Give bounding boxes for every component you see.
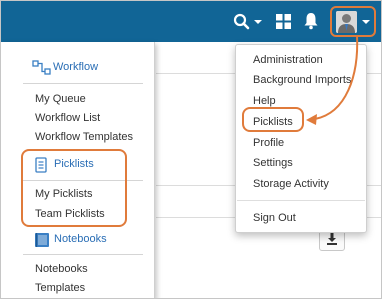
workflow-section-header[interactable]: Workflow [1, 56, 155, 80]
workflow-icon [32, 60, 51, 75]
picklists-section-highlight [21, 149, 127, 227]
menu-item-my-queue[interactable]: My Queue [35, 93, 86, 105]
search-icon[interactable] [233, 13, 251, 31]
menu-item-profile[interactable]: Profile [253, 137, 284, 149]
divider [23, 254, 143, 255]
divider [237, 200, 365, 201]
user-dropdown-menu: Administration Background Imports Help P… [235, 44, 367, 233]
menu-item-settings[interactable]: Settings [253, 157, 293, 169]
notebook-icon [35, 233, 49, 247]
user-menu-caret-icon [362, 20, 370, 24]
menu-item-workflow-templates[interactable]: Workflow Templates [35, 131, 133, 143]
menu-item-administration[interactable]: Administration [253, 54, 323, 66]
notebooks-section-header[interactable]: Notebooks [1, 228, 155, 252]
search-caret-icon[interactable] [254, 20, 262, 24]
divider [23, 83, 143, 84]
top-nav-bar [1, 1, 381, 42]
menu-item-help[interactable]: Help [253, 95, 276, 107]
grid-icon[interactable] [276, 14, 291, 29]
notebooks-section-label: Notebooks [54, 233, 107, 245]
avatar [336, 11, 357, 33]
app-window: Workflow My Queue Workflow List Workflow… [0, 0, 382, 299]
menu-item-notebooks[interactable]: Notebooks [35, 263, 88, 275]
menu-item-workflow-list[interactable]: Workflow List [35, 112, 100, 124]
user-menu-button[interactable] [330, 6, 376, 37]
menu-item-sign-out[interactable]: Sign Out [253, 212, 296, 224]
menu-item-templates[interactable]: Templates [35, 282, 85, 294]
menu-item-background-imports[interactable]: Background Imports [253, 74, 351, 86]
menu-item-storage-activity[interactable]: Storage Activity [253, 178, 329, 190]
bell-icon[interactable] [303, 12, 319, 30]
picklists-item-highlight [242, 107, 304, 132]
workflow-section-label: Workflow [53, 61, 99, 73]
